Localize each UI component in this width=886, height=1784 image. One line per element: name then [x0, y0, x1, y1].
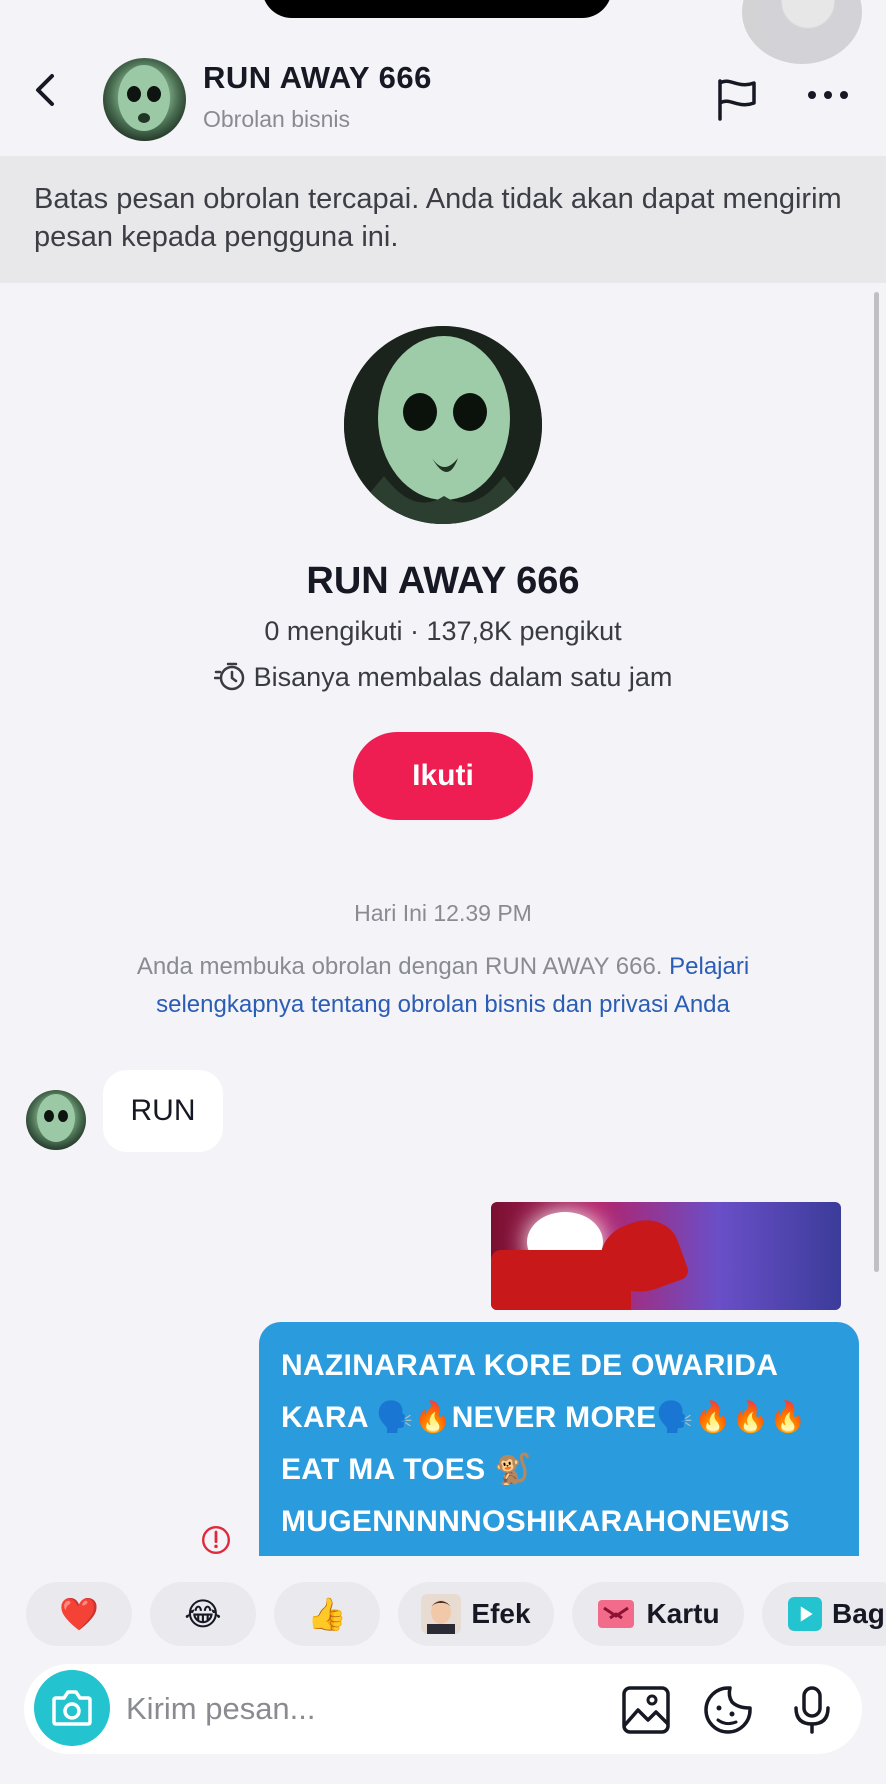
- message-composer: [24, 1664, 862, 1754]
- follow-button[interactable]: Ikuti: [353, 732, 533, 820]
- chat-info-message: Anda membuka obrolan dengan RUN AWAY 666…: [136, 953, 663, 980]
- message-limit-banner: Batas pesan obrolan tercapai. Anda tidak…: [0, 156, 886, 283]
- effect-label: Efek: [471, 1598, 531, 1629]
- message-bubble-outgoing[interactable]: NAZINARATA KORE DE OWARIDA KARA 🗣️🔥NEVER…: [259, 1322, 859, 1556]
- message-bubble-incoming[interactable]: RUN: [103, 1070, 223, 1152]
- quick-reply-effect[interactable]: Efek: [398, 1582, 554, 1646]
- gallery-icon[interactable]: [620, 1684, 672, 1736]
- thumbs-up-icon: 👍: [307, 1596, 347, 1632]
- sender-avatar[interactable]: [26, 1090, 86, 1150]
- back-arrow-icon[interactable]: [26, 70, 66, 110]
- chat-timestamp: Hari Ini 12.39 PM: [354, 900, 532, 926]
- camera-icon: [52, 1690, 92, 1726]
- profile-name: RUN AWAY 666: [306, 560, 580, 602]
- profile-avatar[interactable]: [344, 326, 542, 524]
- device-notch: [262, 0, 612, 18]
- laugh-icon: 😂: [184, 1596, 222, 1632]
- microphone-icon[interactable]: [786, 1684, 838, 1736]
- chat-header: RUN AWAY 666 Obrolan bisnis: [0, 40, 886, 156]
- send-error-icon[interactable]: [196, 1524, 236, 1556]
- quick-reply-heart[interactable]: ❤️: [26, 1582, 132, 1646]
- quick-reply-laugh[interactable]: 😂: [150, 1582, 256, 1646]
- report-flag-icon[interactable]: [712, 75, 762, 125]
- more-options-icon[interactable]: [804, 84, 852, 106]
- camera-button[interactable]: [34, 1670, 110, 1746]
- chat-info-text: Anda membuka obrolan dengan RUN AWAY 666…: [90, 948, 796, 1024]
- chat-title: RUN AWAY 666: [203, 60, 432, 95]
- chat-subtitle: Obrolan bisnis: [203, 106, 351, 132]
- card-label: Kartu: [646, 1598, 720, 1629]
- heart-icon: ❤️: [59, 1596, 99, 1632]
- quick-reply-card[interactable]: Kartu: [572, 1582, 744, 1646]
- timer-icon: [213, 662, 244, 691]
- sticker-icon[interactable]: [702, 1684, 754, 1736]
- quick-reply-share[interactable]: Bag: [762, 1582, 886, 1646]
- card-icon: [598, 1600, 635, 1628]
- quick-reply-thumbs-up[interactable]: 👍: [274, 1582, 380, 1646]
- reply-time: Bisanya membalas dalam satu jam: [0, 662, 886, 693]
- follow-stats: 0 mengikuti · 137,8K pengikut: [264, 616, 622, 646]
- message-input[interactable]: [126, 1682, 526, 1736]
- header-avatar[interactable]: [103, 58, 186, 141]
- share-label: Bag: [832, 1598, 885, 1629]
- quick-reply-bar: ❤️ 😂 👍 Efek Kartu Bag: [0, 1556, 886, 1672]
- reply-time-text: Bisanya membalas dalam satu jam: [253, 662, 673, 692]
- effect-icon: [421, 1594, 462, 1634]
- scrollbar[interactable]: [874, 292, 879, 1272]
- play-share-icon: [788, 1597, 822, 1631]
- message-media-thumbnail[interactable]: [491, 1202, 841, 1310]
